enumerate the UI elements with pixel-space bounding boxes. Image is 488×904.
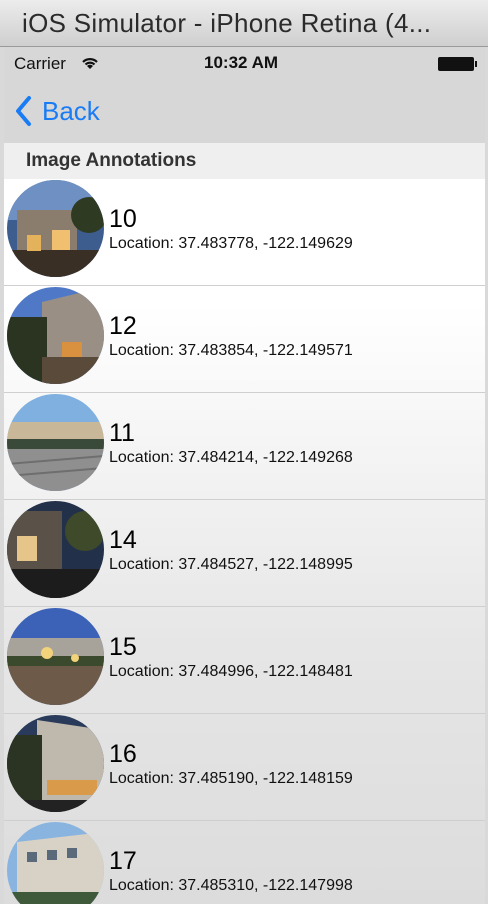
list-item[interactable]: 11 Location: 37.484214, -122.149268 (4, 393, 485, 500)
section-header: Image Annotations (4, 143, 485, 179)
annotation-list: 10 Location: 37.483778, -122.149629 12 L… (4, 179, 485, 904)
simulator-window: iOS Simulator - iPhone Retina (4... Carr… (0, 0, 488, 904)
annotation-id: 10 (109, 205, 137, 233)
annotation-location: Location: 37.484996, -122.148481 (109, 663, 353, 680)
annotation-thumbnail (7, 180, 104, 277)
list-item[interactable]: 14 Location: 37.484527, -122.148995 (4, 500, 485, 607)
carrier-label: Carrier (14, 54, 66, 73)
list-item[interactable]: 16 Location: 37.485190, -122.148159 (4, 714, 485, 821)
list-item[interactable]: 17 Location: 37.485310, -122.147998 (4, 821, 485, 904)
annotation-location: Location: 37.485310, -122.147998 (109, 877, 353, 894)
annotation-thumbnail (7, 822, 104, 904)
annotation-id: 11 (109, 419, 135, 447)
clock: 10:32 AM (204, 53, 279, 72)
chevron-left-icon (16, 96, 31, 126)
annotation-id: 17 (109, 847, 137, 875)
annotation-location: Location: 37.483854, -122.149571 (109, 342, 353, 359)
section-title: Image Annotations (26, 150, 197, 171)
annotation-thumbnail (7, 394, 104, 491)
annotation-id: 14 (109, 526, 137, 554)
annotation-thumbnail (7, 501, 104, 598)
annotation-id: 15 (109, 633, 137, 661)
list-item[interactable]: 12 Location: 37.483854, -122.149571 (4, 286, 485, 393)
status-bar: Carrier 10:32 AM (4, 47, 485, 81)
window-title: iOS Simulator - iPhone Retina (4... (22, 8, 432, 38)
navigation-bar: Back (4, 81, 485, 144)
list-item[interactable]: 15 Location: 37.484996, -122.148481 (4, 607, 485, 714)
back-button-label: Back (42, 95, 100, 126)
annotation-thumbnail (7, 608, 104, 705)
battery-icon (438, 57, 477, 71)
annotation-location: Location: 37.484527, -122.148995 (109, 556, 353, 573)
device-screen: Carrier 10:32 AM Back Image Annotations (4, 47, 485, 904)
annotation-thumbnail (7, 715, 104, 812)
annotation-location: Location: 37.484214, -122.149268 (109, 449, 353, 466)
annotation-location: Location: 37.485190, -122.148159 (109, 770, 353, 787)
annotation-thumbnail (7, 287, 104, 384)
annotation-id: 12 (109, 312, 137, 340)
back-button[interactable]: Back (14, 91, 100, 131)
wifi-icon (82, 58, 98, 69)
window-titlebar[interactable]: iOS Simulator - iPhone Retina (4... (0, 0, 488, 47)
annotation-id: 16 (109, 740, 137, 768)
annotation-location: Location: 37.483778, -122.149629 (109, 235, 353, 252)
list-item[interactable]: 10 Location: 37.483778, -122.149629 (4, 179, 485, 286)
